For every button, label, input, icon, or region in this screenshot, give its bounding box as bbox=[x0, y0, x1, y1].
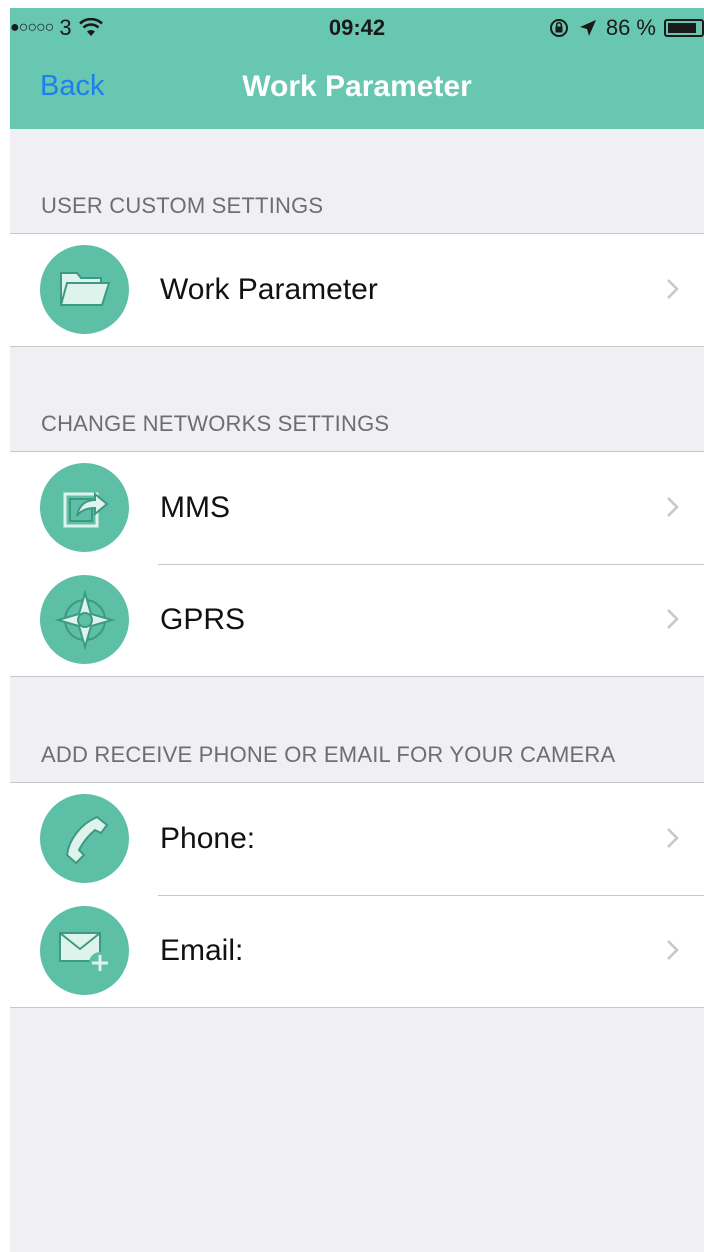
item-label-phone: Phone: bbox=[160, 822, 256, 855]
status-right: 86 % bbox=[548, 15, 704, 41]
list-item-work-parameter[interactable]: Work Parameter bbox=[10, 234, 704, 346]
battery-level bbox=[668, 23, 696, 33]
list-item-gprs[interactable]: GPRS bbox=[10, 564, 704, 676]
folder-icon bbox=[40, 245, 129, 334]
item-label-mms: MMS bbox=[160, 491, 230, 524]
battery-icon bbox=[664, 19, 704, 37]
location-arrow-icon bbox=[579, 20, 596, 36]
chevron-right-icon bbox=[667, 609, 679, 629]
status-bar: ●○○○○ 3 09:42 86 % bbox=[10, 8, 704, 48]
item-label-email: Email: bbox=[160, 934, 244, 967]
list-item-phone[interactable]: Phone: bbox=[10, 783, 704, 895]
section-header-networks: CHANGE NETWORKS SETTINGS bbox=[41, 411, 390, 436]
chevron-right-icon bbox=[667, 279, 679, 299]
settings-screen: ●○○○○ 3 09:42 86 % Back Work Parameter U… bbox=[10, 8, 704, 1252]
chevron-right-icon bbox=[667, 497, 679, 517]
chevron-right-icon bbox=[667, 940, 679, 960]
list-item-email[interactable]: Email: bbox=[10, 895, 704, 1007]
item-label-gprs: GPRS bbox=[160, 603, 246, 636]
compass-icon bbox=[40, 575, 129, 664]
settings-group-networks: MMS GPRS bbox=[10, 451, 704, 677]
rotation-lock-icon bbox=[549, 19, 568, 37]
chevron-right-icon bbox=[667, 828, 679, 848]
section-header-receive: ADD RECEIVE PHONE OR EMAIL FOR YOUR CAME… bbox=[41, 742, 616, 767]
page-title: Work Parameter bbox=[242, 70, 472, 103]
list-item-mms[interactable]: MMS bbox=[10, 452, 704, 564]
phone-icon bbox=[40, 794, 129, 883]
settings-group-receive: Phone: Email: bbox=[10, 782, 704, 1008]
navigation-bar: Back Work Parameter bbox=[10, 48, 704, 129]
settings-group-user-custom: Work Parameter bbox=[10, 233, 704, 347]
battery-percentage: 86 % bbox=[605, 15, 656, 40]
email-add-icon bbox=[40, 906, 129, 995]
share-icon bbox=[40, 463, 129, 552]
top-bar: ●○○○○ 3 09:42 86 % Back Work Parameter bbox=[10, 8, 704, 129]
item-label-work-parameter: Work Parameter bbox=[160, 273, 378, 306]
section-header-user-custom: USER CUSTOM SETTINGS bbox=[41, 193, 324, 218]
